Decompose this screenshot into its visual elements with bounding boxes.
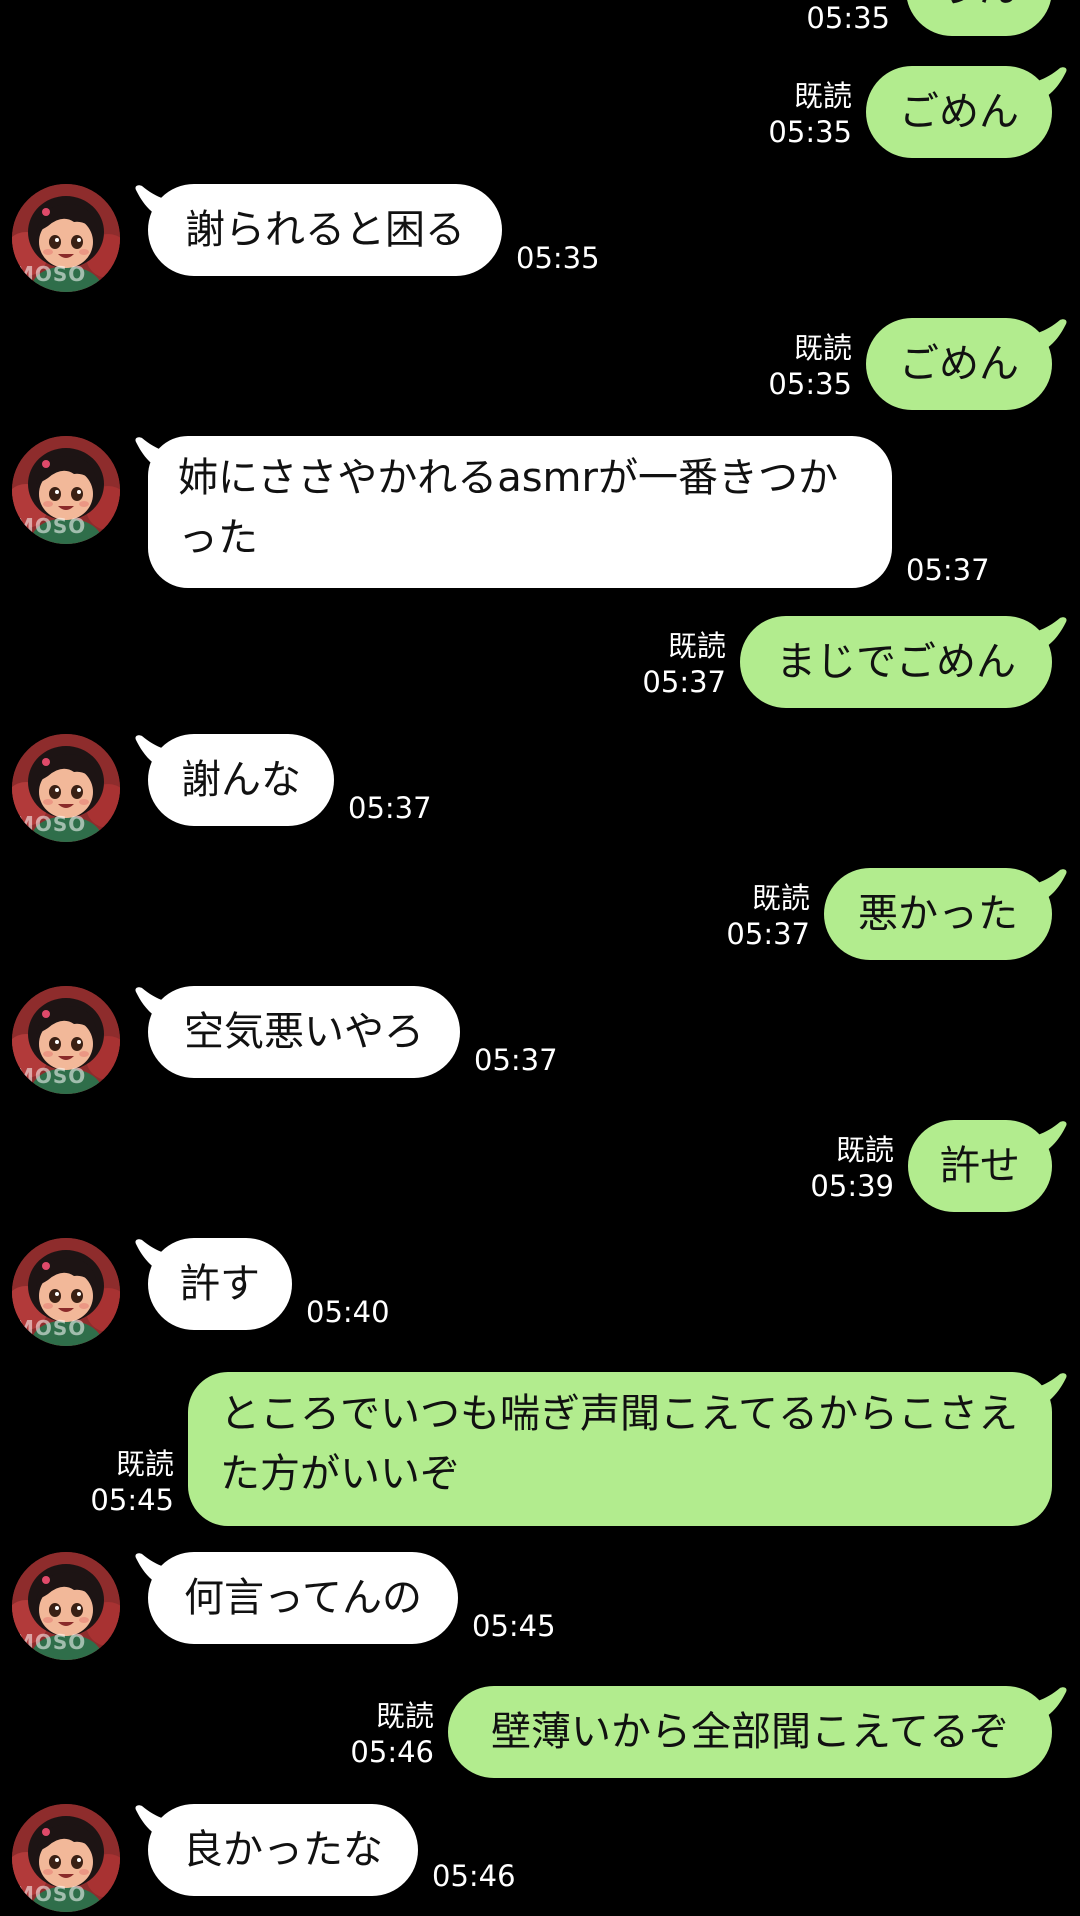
read-receipt: 既読 <box>667 629 726 663</box>
avatar-watermark: MOSO <box>14 262 87 286</box>
avatar[interactable]: MOSO <box>12 1238 120 1346</box>
avatar[interactable]: MOSO <box>12 184 120 292</box>
read-receipt: 既読 <box>793 331 852 365</box>
message-meta: 既読 05:35 <box>768 78 852 150</box>
message-meta: 既読 05:39 <box>810 1132 894 1204</box>
avatar[interactable]: MOSO <box>12 436 120 544</box>
timestamp: 05:35 <box>768 115 852 149</box>
message-meta: 既読 05:46 <box>350 1698 434 1770</box>
timestamp: 05:37 <box>348 791 432 825</box>
message-bubble[interactable]: 許す <box>148 1238 292 1330</box>
read-receipt: 既読 <box>375 1699 434 1733</box>
read-receipt: 既読 <box>751 881 810 915</box>
message-bubble[interactable]: 悪かった <box>824 868 1052 960</box>
read-receipt: 既読 <box>115 1447 174 1481</box>
message-bubble[interactable]: 壁薄いから全部聞こえてるぞ <box>448 1686 1052 1778</box>
message-meta: 05:35 <box>806 0 890 36</box>
message-meta: 既読 05:35 <box>768 330 852 402</box>
avatar[interactable]: MOSO <box>12 1552 120 1660</box>
message-meta: 既読 05:37 <box>642 628 726 700</box>
message-bubble[interactable]: 何言ってんの <box>148 1552 458 1644</box>
message-bubble[interactable]: 姉にささやかれるasmrが一番きつかった <box>148 436 892 588</box>
message-bubble[interactable]: 良かったな <box>148 1804 418 1896</box>
message-meta: 既読 05:45 <box>90 1446 174 1518</box>
timestamp: 05:40 <box>306 1295 390 1329</box>
message-bubble[interactable]: まじでごめん <box>740 616 1052 708</box>
message-bubble[interactable]: ごめん <box>866 318 1052 410</box>
timestamp: 05:35 <box>768 367 852 401</box>
timestamp: 05:46 <box>432 1859 516 1893</box>
avatar[interactable]: MOSO <box>12 734 120 842</box>
avatar[interactable]: MOSO <box>12 1804 120 1912</box>
message-bubble[interactable]: ごめん <box>866 66 1052 158</box>
message-bubble[interactable]: 空気悪いやろ <box>148 986 460 1078</box>
avatar-watermark: MOSO <box>14 1882 87 1906</box>
avatar-watermark: MOSO <box>14 1630 87 1654</box>
message-bubble[interactable]: ところでいつも喘ぎ声聞こえてるからこさえた方がいいぞ <box>188 1372 1052 1526</box>
avatar-watermark: MOSO <box>14 812 87 836</box>
avatar-watermark: MOSO <box>14 1064 87 1088</box>
avatar[interactable]: MOSO <box>12 986 120 1094</box>
message-bubble[interactable]: 許せ <box>908 1120 1052 1212</box>
message-bubble[interactable]: 謝んな <box>148 734 334 826</box>
timestamp: 05:37 <box>474 1043 558 1077</box>
timestamp: 05:45 <box>472 1609 556 1643</box>
read-receipt: 既読 <box>835 1133 894 1167</box>
timestamp: 05:35 <box>806 1 890 35</box>
timestamp: 05:37 <box>726 917 810 951</box>
avatar-watermark: MOSO <box>14 1316 87 1340</box>
timestamp: 05:46 <box>350 1735 434 1769</box>
timestamp: 05:37 <box>906 553 990 587</box>
avatar-watermark: MOSO <box>14 514 87 538</box>
message-meta: 既読 05:37 <box>726 880 810 952</box>
message-bubble[interactable]: うん <box>906 0 1052 36</box>
timestamp: 05:37 <box>642 665 726 699</box>
timestamp: 05:35 <box>516 241 600 275</box>
read-receipt: 既読 <box>793 79 852 113</box>
timestamp: 05:45 <box>90 1483 174 1517</box>
timestamp: 05:39 <box>810 1169 894 1203</box>
message-bubble[interactable]: 謝られると困る <box>148 184 502 276</box>
